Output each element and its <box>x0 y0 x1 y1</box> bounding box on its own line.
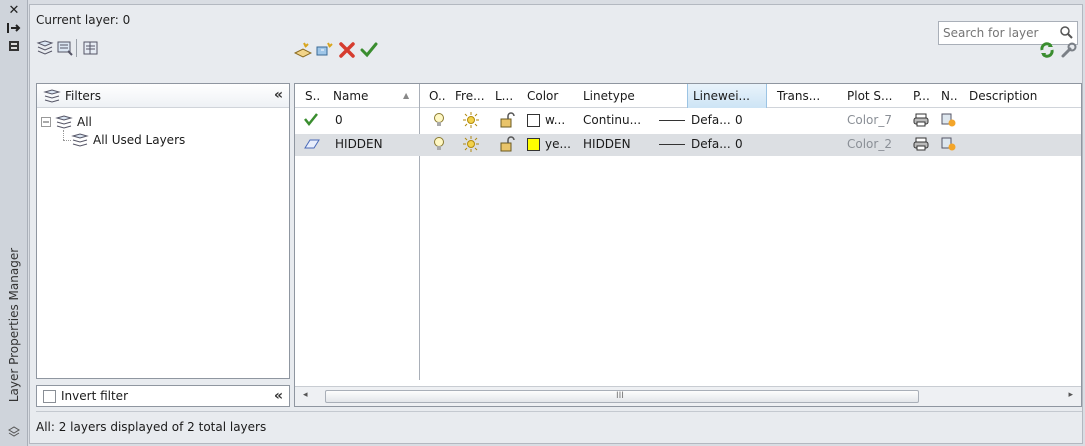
plot-printer-icon[interactable] <box>913 137 929 154</box>
unlock-icon[interactable] <box>499 112 515 131</box>
tree-item-all[interactable]: All <box>41 114 92 130</box>
delete-layer-icon[interactable] <box>338 41 356 59</box>
properties-menu-icon[interactable] <box>6 38 22 54</box>
filters-label: Filters <box>65 89 101 103</box>
collapse-filters-icon[interactable]: « <box>274 87 283 103</box>
linetype-value[interactable]: HIDDEN <box>583 137 631 151</box>
filter-icon <box>43 88 61 107</box>
search-box[interactable] <box>938 21 1078 45</box>
new-group-filter-icon[interactable] <box>56 39 74 57</box>
tree-line <box>63 140 71 141</box>
table-row[interactable]: HIDDEN ye... HIDDEN Defa... 0 Color_2 <box>295 134 1081 156</box>
lineweight-sample <box>659 120 685 121</box>
sort-asc-icon: ▲ <box>403 91 410 100</box>
filters-panel: Filters « All All Used Layers <box>36 83 290 379</box>
scroll-grip: III <box>616 391 624 401</box>
new-vp-freeze-icon[interactable] <box>941 137 957 154</box>
lineweight-value[interactable]: Defa... <box>691 113 731 127</box>
scroll-left-icon[interactable]: ◂ <box>303 390 308 400</box>
transparency-value[interactable]: 0 <box>735 137 743 151</box>
sun-thaw-icon[interactable] <box>463 136 479 155</box>
unlock-icon[interactable] <box>499 136 515 155</box>
col-color[interactable]: Color <box>527 89 558 103</box>
col-plot[interactable]: P... <box>913 89 930 103</box>
filters-header: Filters « <box>37 84 289 108</box>
col-description[interactable]: Description <box>969 89 1037 103</box>
layer-name[interactable]: 0 <box>335 113 343 127</box>
layer-states-manager-icon[interactable] <box>82 39 100 57</box>
toolbar-divider <box>76 39 77 57</box>
search-icon[interactable] <box>1059 25 1073 42</box>
lineweight-sample <box>659 144 685 145</box>
new-layer-vp-frozen-icon[interactable] <box>316 41 334 59</box>
invert-filter-label: Invert filter <box>61 389 128 403</box>
col-plot-style[interactable]: Plot S... <box>847 89 893 103</box>
col-linetype[interactable]: Linetype <box>583 89 635 103</box>
new-layer-icon[interactable] <box>293 41 313 59</box>
refresh-icon[interactable] <box>1038 41 1056 59</box>
tree-item-label: All Used Layers <box>93 133 186 147</box>
palette-title-label: Layer Properties Manager <box>7 247 21 403</box>
transparency-value[interactable]: 0 <box>735 113 743 127</box>
layer-manager-window: Current layer: 0 Search for layer Filter… <box>29 4 1083 444</box>
table-row[interactable]: 0 w... Continu... Defa... 0 Color_7 <box>295 110 1081 132</box>
col-transparency[interactable]: Trans... <box>777 89 820 103</box>
all-filter-icon <box>55 115 73 129</box>
status-bar: All: 2 layers displayed of 2 total layer… <box>36 411 1082 441</box>
horizontal-scrollbar[interactable]: ◂ III ▸ <box>295 386 1081 406</box>
invert-filter-checkbox[interactable] <box>43 390 56 403</box>
tree-collapse-icon[interactable] <box>41 117 51 127</box>
current-check-icon <box>303 112 319 129</box>
scroll-right-icon[interactable]: ▸ <box>1068 390 1073 400</box>
col-on[interactable]: O.. <box>429 89 446 103</box>
current-layer-label: Current layer: 0 <box>36 13 131 27</box>
col-new-vp-freeze[interactable]: N.. <box>941 89 958 103</box>
invert-filter-bar: Invert filter « <box>36 385 290 407</box>
lineweight-value[interactable]: Defa... <box>691 137 731 151</box>
color-swatch[interactable] <box>527 114 540 127</box>
color-name[interactable]: w... <box>545 113 565 127</box>
layer-stack-icon <box>6 424 22 440</box>
palette-side-strip: ✕ Layer Properties Manager <box>0 0 28 446</box>
col-lineweight[interactable]: Linewei... <box>693 89 750 103</box>
tree-line <box>63 130 64 140</box>
col-name[interactable]: Name <box>333 89 368 103</box>
layers-header-row: S.. Name ▲ O.. Fre... L... Color Linetyp… <box>295 84 1081 108</box>
tree-item-all-used-layers[interactable]: All Used Layers <box>71 132 185 148</box>
color-swatch[interactable] <box>527 138 540 151</box>
status-text: All: 2 layers displayed of 2 total layer… <box>36 420 267 434</box>
bulb-on-icon[interactable] <box>433 112 445 131</box>
layer-name[interactable]: HIDDEN <box>335 137 383 151</box>
col-lock[interactable]: L... <box>495 89 513 103</box>
set-current-icon[interactable] <box>360 41 378 59</box>
collapse-filters-bottom-icon[interactable]: « <box>274 388 283 404</box>
palette-title: Layer Properties Manager <box>1 230 27 420</box>
sun-thaw-icon[interactable] <box>463 112 479 131</box>
close-icon[interactable]: ✕ <box>6 2 22 18</box>
tree-item-label: All <box>77 115 92 129</box>
linetype-value[interactable]: Continu... <box>583 113 641 127</box>
new-vp-freeze-icon[interactable] <box>941 113 957 130</box>
col-freeze[interactable]: Fre... <box>455 89 485 103</box>
used-layers-filter-icon <box>71 133 89 147</box>
plot-style-value[interactable]: Color_2 <box>847 137 892 151</box>
plot-printer-icon[interactable] <box>913 113 929 130</box>
auto-hide-icon[interactable] <box>6 20 22 36</box>
scroll-thumb[interactable]: III <box>325 390 919 403</box>
color-name[interactable]: ye... <box>545 137 571 151</box>
layers-panel: S.. Name ▲ O.. Fre... L... Color Linetyp… <box>294 83 1082 407</box>
plot-style-value[interactable]: Color_7 <box>847 113 892 127</box>
layer-status-icon <box>303 138 321 153</box>
search-input[interactable] <box>943 25 1053 41</box>
new-property-filter-icon[interactable] <box>36 39 54 57</box>
settings-wrench-icon[interactable] <box>1060 41 1078 59</box>
col-status[interactable]: S.. <box>305 89 320 103</box>
bulb-on-icon[interactable] <box>433 136 445 155</box>
